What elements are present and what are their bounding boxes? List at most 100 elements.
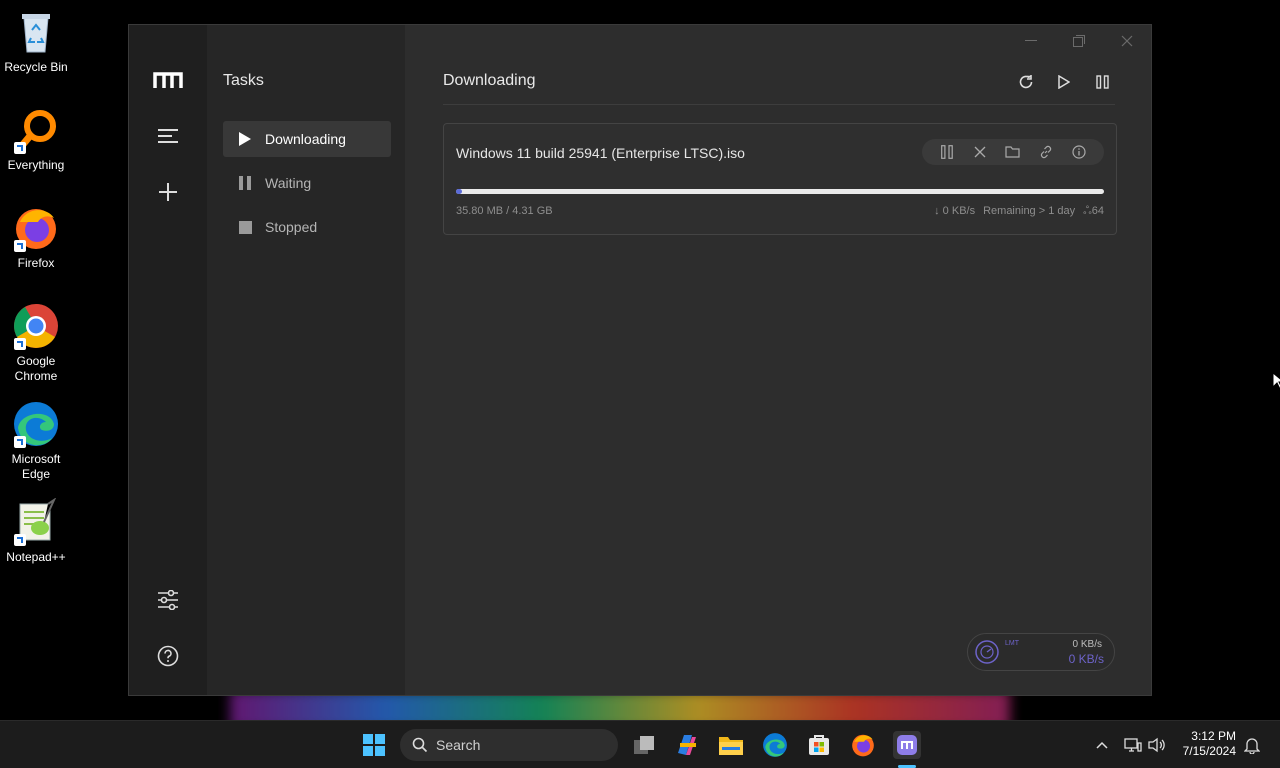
- task-info-button[interactable]: [1069, 142, 1089, 162]
- stop-icon: [235, 220, 255, 234]
- pause-task-button[interactable]: [937, 142, 957, 162]
- store-icon: [809, 735, 829, 755]
- mouse-cursor: [1272, 371, 1280, 395]
- desktop-icon-label: Everything: [7, 158, 65, 172]
- taskbar-copilot[interactable]: [673, 731, 701, 759]
- close-window-button[interactable]: [1109, 31, 1145, 51]
- task-view-icon: [634, 736, 654, 754]
- main-toolbar: [1013, 69, 1115, 95]
- taskbar-search[interactable]: Search: [400, 729, 618, 761]
- resume-all-icon: [1058, 75, 1070, 89]
- task-speed: ↓ 0 KB/s: [934, 205, 976, 217]
- taskbar: Search 3:12 PM 7/15/2024: [0, 720, 1280, 768]
- desktop-icon-chrome[interactable]: Google Chrome: [4, 302, 68, 384]
- title-divider: [443, 104, 1115, 105]
- desktop-icon-everything[interactable]: Everything: [4, 106, 68, 173]
- start-button[interactable]: [360, 731, 388, 759]
- task-progress-bar: [456, 189, 1104, 194]
- task-size: 35.80 MB / 4.31 GB: [456, 205, 553, 217]
- sidebar-title: Tasks: [223, 72, 264, 89]
- sidebar-item-label: Waiting: [265, 175, 312, 191]
- chevron-up-icon: [1096, 741, 1108, 749]
- copy-link-button[interactable]: [1036, 142, 1056, 162]
- edge-icon: [763, 733, 787, 757]
- desktop-icon-recycle-bin[interactable]: Recycle Bin: [4, 8, 68, 75]
- help-icon[interactable]: [153, 641, 183, 671]
- windows-logo-icon: [363, 734, 385, 756]
- task-stats: ↓ 0 KB/s Remaining > 1 day ஃ64: [934, 205, 1104, 219]
- task-item[interactable]: Windows 11 build 25941 (Enterprise LTSC)…: [443, 123, 1117, 235]
- chrome-icon: [12, 302, 60, 350]
- show-hidden-icons-button[interactable]: [1088, 731, 1116, 759]
- app-window: Tasks Downloading Waiting Stopped Downlo…: [128, 24, 1152, 696]
- search-placeholder: Search: [436, 737, 481, 753]
- sidebar-item-label: Stopped: [265, 219, 318, 235]
- resume-all-button[interactable]: [1051, 69, 1077, 95]
- refresh-button[interactable]: [1013, 69, 1039, 95]
- page-title: Downloading: [443, 72, 536, 89]
- sidebar-item-stopped[interactable]: Stopped: [223, 209, 391, 245]
- search-icon: [412, 737, 428, 753]
- speed-mode-badge: LMT: [1005, 640, 1019, 647]
- refresh-icon: [1019, 75, 1033, 89]
- taskbar-firefox[interactable]: [849, 731, 877, 759]
- shortcut-arrow-icon: [14, 240, 26, 252]
- firefox-icon: [12, 204, 60, 252]
- recycle-bin-icon: [12, 8, 60, 56]
- task-actions: [922, 139, 1104, 165]
- clock-date: 7/15/2024: [1182, 744, 1236, 758]
- clock[interactable]: 3:12 PM 7/15/2024: [1183, 729, 1236, 759]
- taskbar-edge[interactable]: [761, 731, 789, 759]
- notepadpp-icon: [12, 497, 60, 546]
- task-connections: ஃ64: [1083, 205, 1104, 217]
- speed-meter[interactable]: LMT 0 KB/s 0 KB/s: [967, 633, 1115, 671]
- add-icon[interactable]: [153, 177, 183, 207]
- network-icon: [1124, 738, 1142, 752]
- copilot-icon: [678, 735, 696, 755]
- menu-icon[interactable]: [153, 121, 183, 151]
- desktop-icon-edge[interactable]: Microsoft Edge: [4, 400, 68, 482]
- desktop-icon-label: Recycle Bin: [4, 60, 68, 74]
- task-remaining: Remaining > 1 day: [983, 205, 1076, 217]
- motrix-logo-icon[interactable]: [153, 65, 183, 95]
- shortcut-arrow-icon: [14, 436, 26, 448]
- preferences-icon[interactable]: [153, 585, 183, 615]
- sidebar-item-waiting[interactable]: Waiting: [223, 165, 391, 201]
- maximize-button[interactable]: [1061, 31, 1097, 51]
- task-name: Windows 11 build 25941 (Enterprise LTSC)…: [456, 145, 745, 161]
- taskbar-store[interactable]: [805, 731, 833, 759]
- link-icon: [1041, 145, 1052, 159]
- folder-icon: [1005, 146, 1021, 158]
- bell-icon: [1244, 738, 1260, 754]
- delete-task-button[interactable]: [970, 142, 990, 162]
- pause-icon: [235, 176, 255, 190]
- open-folder-button[interactable]: [1003, 142, 1023, 162]
- task-view-button[interactable]: [630, 731, 658, 759]
- desktop-icon-label: Microsoft Edge: [11, 452, 61, 481]
- everything-search-icon: [12, 106, 60, 154]
- folder-icon: [719, 737, 743, 755]
- volume-button[interactable]: [1143, 731, 1171, 759]
- taskbar-file-explorer[interactable]: [717, 731, 745, 759]
- minimize-button[interactable]: [1013, 31, 1049, 51]
- download-speed: 0 KB/s: [1068, 652, 1104, 666]
- speedometer-icon: [974, 639, 1000, 670]
- desktop-icon-label: Firefox: [17, 256, 55, 270]
- desktop-icon-label: Google Chrome: [14, 354, 58, 383]
- pause-all-icon: [1095, 75, 1109, 89]
- taskbar-motrix[interactable]: [893, 731, 921, 759]
- upload-speed: 0 KB/s: [1072, 639, 1102, 650]
- sidebar-item-label: Downloading: [265, 131, 346, 147]
- desktop-icon-notepadpp[interactable]: Notepad++: [4, 497, 68, 565]
- notifications-button[interactable]: [1238, 731, 1266, 759]
- clock-time: 3:12 PM: [1191, 729, 1236, 743]
- delete-icon: [974, 146, 986, 158]
- desktop-icon-firefox[interactable]: Firefox: [4, 204, 68, 271]
- sidebar-item-downloading[interactable]: Downloading: [223, 121, 391, 157]
- play-icon: [235, 132, 255, 146]
- volume-icon: [1148, 737, 1165, 753]
- firefox-icon: [852, 734, 874, 757]
- pause-all-button[interactable]: [1089, 69, 1115, 95]
- desktop-icon-label: Notepad++: [6, 550, 66, 564]
- main-panel: Downloading Windows 11 build 25941 (Ente…: [405, 25, 1151, 695]
